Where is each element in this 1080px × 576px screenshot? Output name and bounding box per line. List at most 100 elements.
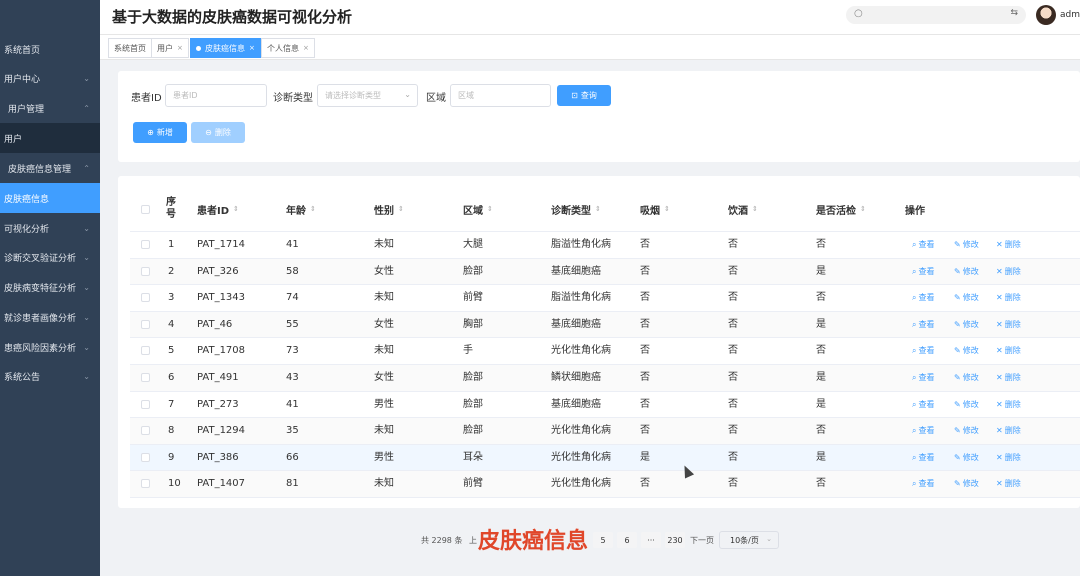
region-input[interactable]: 区域 — [450, 84, 551, 107]
row-checkbox[interactable] — [141, 452, 150, 462]
delete-button[interactable]: ⊖ 删除 — [191, 122, 245, 143]
sidebar-item[interactable]: 就诊患者画像分析 ⌄ — [0, 302, 100, 332]
sidebar-item[interactable]: 用户中心 ⌄ — [0, 63, 100, 93]
edit-button[interactable]: ✎ 修改 — [954, 338, 979, 364]
col-biopsy[interactable]: 是否活检 ⇕ — [816, 186, 866, 232]
page-6[interactable]: 6 — [617, 532, 637, 548]
delete-row-button[interactable]: ✕ 删除 — [996, 418, 1021, 444]
edit-button[interactable]: ✎ 修改 — [954, 259, 979, 285]
sidebar-item[interactable]: 系统公告 ⌄ — [0, 361, 100, 391]
edit-button[interactable]: ✎ 修改 — [954, 392, 979, 418]
col-drinking[interactable]: 饮酒 ⇕ — [728, 186, 758, 232]
sort-icon[interactable]: ⇕ — [487, 205, 493, 213]
view-button[interactable]: ⌕ 查看 — [912, 259, 934, 285]
video-caption: 皮肤癌信息 — [478, 529, 589, 554]
tab-home[interactable]: 系统首页 — [108, 38, 152, 58]
view-button[interactable]: ⌕ 查看 — [912, 365, 934, 391]
view-button[interactable]: ⌕ 查看 — [912, 392, 934, 418]
delete-row-button[interactable]: ✕ 删除 — [996, 338, 1021, 364]
prev-page-button[interactable]: 上 — [469, 535, 477, 546]
view-button[interactable]: ⌕ 查看 — [912, 232, 934, 258]
edit-button[interactable]: ✎ 修改 — [954, 285, 979, 311]
view-button[interactable]: ⌕ 查看 — [912, 445, 934, 471]
sidebar-item[interactable]: 皮肤病变特征分析 ⌄ — [0, 272, 100, 302]
col-smoking[interactable]: 吸烟 ⇕ — [640, 186, 670, 232]
sort-icon[interactable]: ⇕ — [233, 205, 239, 213]
table-row[interactable] — [130, 311, 1080, 339]
delete-row-button[interactable]: ✕ 删除 — [996, 232, 1021, 258]
page-ellipsis[interactable]: ··· — [641, 532, 661, 548]
row-checkbox[interactable] — [141, 266, 150, 276]
edit-button[interactable]: ✎ 修改 — [954, 471, 979, 497]
col-diagnosis[interactable]: 诊断类型 ⇕ — [551, 186, 601, 232]
close-icon[interactable]: × — [177, 44, 183, 52]
sidebar-item[interactable]: 可视化分析 ⌄ — [0, 213, 100, 243]
search-icon: ⌕ — [912, 399, 917, 409]
row-checkbox[interactable] — [141, 373, 150, 382]
table-row[interactable] — [130, 365, 1080, 392]
close-icon[interactable]: × — [249, 44, 255, 52]
sort-icon[interactable]: ⇕ — [398, 205, 404, 213]
col-sex[interactable]: 性别 ⇕ — [374, 186, 404, 232]
sort-icon[interactable]: ⇕ — [310, 205, 316, 213]
view-button[interactable]: ⌕ 查看 — [912, 312, 934, 338]
table-row[interactable] — [130, 258, 1080, 286]
tab-skin-cancer-info[interactable]: 皮肤癌信息 × — [190, 38, 261, 58]
select-all-checkbox[interactable] — [141, 205, 150, 214]
translate-icon[interactable]: ⇆ — [1010, 8, 1018, 18]
delete-row-button[interactable]: ✕ 删除 — [996, 312, 1021, 338]
delete-row-button[interactable]: ✕ 删除 — [996, 392, 1021, 418]
diagnosis-select[interactable]: 请选择诊断类型 ⌄ — [317, 84, 418, 107]
patient-id-input[interactable]: 患者ID — [165, 84, 267, 107]
tab-profile[interactable]: 个人信息 × — [261, 38, 315, 58]
page-230[interactable]: 230 — [665, 532, 685, 548]
sidebar-item[interactable]: 皮肤癌信息 — [0, 183, 100, 213]
edit-button[interactable]: ✎ 修改 — [954, 418, 979, 444]
close-icon[interactable]: × — [303, 44, 309, 52]
col-age[interactable]: 年龄 ⇕ — [286, 186, 316, 232]
user-name[interactable]: admi — [1060, 10, 1080, 20]
view-button[interactable]: ⌕ 查看 — [912, 471, 934, 497]
table-row[interactable] — [130, 392, 1080, 419]
col-patient-id[interactable]: 患者ID ⇕ — [197, 186, 239, 232]
row-checkbox[interactable] — [141, 426, 150, 436]
sidebar-item[interactable]: 用户 — [0, 123, 100, 153]
delete-row-button[interactable]: ✕ 删除 — [996, 471, 1021, 497]
sidebar-item[interactable]: 用户管理 ⌃ — [0, 93, 100, 123]
sort-icon[interactable]: ⇕ — [595, 205, 601, 213]
row-checkbox[interactable] — [141, 399, 150, 409]
delete-row-button[interactable]: ✕ 删除 — [996, 285, 1021, 311]
sidebar-item[interactable]: 诊断交叉验证分析 ⌄ — [0, 242, 100, 272]
delete-row-button[interactable]: ✕ 删除 — [996, 365, 1021, 391]
add-button[interactable]: ⊕ 新增 — [133, 122, 187, 143]
view-button[interactable]: ⌕ 查看 — [912, 285, 934, 311]
row-checkbox[interactable] — [141, 240, 150, 249]
sidebar-item[interactable]: 系统首页 — [0, 34, 100, 64]
edit-button[interactable]: ✎ 修改 — [954, 312, 979, 338]
edit-button[interactable]: ✎ 修改 — [954, 445, 979, 471]
edit-button[interactable]: ✎ 修改 — [954, 365, 979, 391]
query-button[interactable]: ⊡ 查询 — [557, 85, 611, 106]
delete-row-button[interactable]: ✕ 删除 — [996, 259, 1021, 285]
page-title: 基于大数据的皮肤癌数据可视化分析 — [112, 8, 353, 26]
row-checkbox[interactable] — [141, 319, 150, 329]
view-button[interactable]: ⌕ 查看 — [912, 338, 934, 364]
next-page-button[interactable]: 下一页 — [690, 535, 714, 546]
page-5[interactable]: 5 — [593, 532, 613, 548]
edit-button[interactable]: ✎ 修改 — [954, 232, 979, 258]
row-checkbox[interactable] — [141, 479, 150, 489]
page-size-select[interactable]: 10条/页 ⌄ — [719, 531, 779, 549]
row-checkbox[interactable] — [141, 346, 150, 356]
delete-row-button[interactable]: ✕ 删除 — [996, 445, 1021, 471]
sort-icon[interactable]: ⇕ — [664, 205, 670, 213]
col-region[interactable]: 区域 ⇕ — [463, 186, 493, 232]
sidebar-item[interactable]: 患癌风险因素分析 ⌄ — [0, 332, 100, 362]
sort-icon[interactable]: ⇕ — [860, 205, 866, 213]
tab-user[interactable]: 用户 × — [151, 38, 189, 58]
avatar[interactable] — [1036, 5, 1056, 25]
header-search[interactable]: ○ ⇆ — [846, 6, 1026, 24]
view-button[interactable]: ⌕ 查看 — [912, 418, 934, 444]
sidebar-item[interactable]: 皮肤癌信息管理 ⌃ — [0, 153, 100, 183]
sort-icon[interactable]: ⇕ — [752, 205, 758, 213]
row-checkbox[interactable] — [141, 293, 150, 303]
